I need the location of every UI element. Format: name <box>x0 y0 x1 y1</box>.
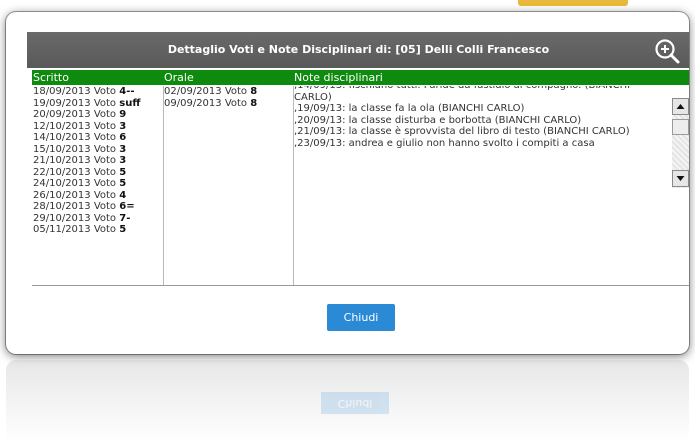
notes-list: ,14/09/13: fischiano tutti. Paride da fa… <box>294 86 666 285</box>
note-entry: ,19/09/13: la classe fa la ola (BIANCHI … <box>294 103 525 114</box>
notes-scrollbar[interactable] <box>672 98 689 188</box>
column-header-scritto: Scritto <box>32 70 163 85</box>
orale-entry: 02/09/2013 Voto 8 <box>164 86 293 98</box>
entry-vote: 6= <box>119 201 135 212</box>
note-entry: ,14/09/13: fischiano tutti. Paride da fa… <box>294 86 630 103</box>
entry-label: Voto <box>93 178 117 189</box>
close-button[interactable]: Chiudi <box>327 304 395 331</box>
entry-date: 15/10/2013 <box>33 143 91 155</box>
entry-date: 21/10/2013 <box>33 155 91 166</box>
entry-label: Voto <box>93 155 117 166</box>
scritto-entry: 05/11/2013 Voto 5 <box>33 224 163 236</box>
scritto-entry: 15/10/2013 Voto 3 <box>33 144 163 156</box>
entry-date: 02/09/2013 <box>164 86 222 97</box>
entry-vote: 7- <box>119 212 131 224</box>
scritto-entry: 28/10/2013 Voto 6= <box>33 201 163 213</box>
entry-date: 24/10/2013 <box>33 178 91 189</box>
entry-label: Voto <box>93 132 117 143</box>
grades-panel: Scritto Orale Note disciplinari 18/09/20… <box>32 70 689 286</box>
entry-label: Voto <box>93 212 117 224</box>
scritto-entry: 22/10/2013 Voto 5 <box>33 167 163 179</box>
entry-label: Voto <box>224 97 248 109</box>
entry-date: 26/10/2013 <box>33 189 91 201</box>
scritto-entry: 18/09/2013 Voto 4-- <box>33 86 163 98</box>
reflection-button-text: Chiudi <box>321 392 389 414</box>
entry-vote: suff <box>119 97 141 109</box>
entry-vote: 5 <box>119 224 127 235</box>
entry-label: Voto <box>224 86 248 97</box>
note-entry: ,23/09/13: andrea e giulio non hanno svo… <box>294 137 595 149</box>
entry-vote: 5 <box>119 178 127 189</box>
entry-vote: 8 <box>250 97 258 109</box>
entry-vote: 8 <box>250 86 258 97</box>
column-header-note: Note disciplinari <box>293 70 689 85</box>
scritto-entry: 21/10/2013 Voto 3 <box>33 155 163 167</box>
entry-label: Voto <box>93 120 117 132</box>
entry-vote: 3 <box>119 120 127 132</box>
entry-date: 28/10/2013 <box>33 201 91 212</box>
entry-vote: 3 <box>119 155 127 166</box>
scritto-entry: 20/09/2013 Voto 9 <box>33 109 163 121</box>
arrow-down-icon <box>676 176 685 181</box>
entry-label: Voto <box>93 166 117 178</box>
entry-vote: 6 <box>119 132 127 143</box>
orale-entry: 09/09/2013 Voto 8 <box>164 98 293 110</box>
top-accent-bar <box>518 0 628 6</box>
entry-label: Voto <box>93 143 117 155</box>
entry-label: Voto <box>93 86 117 97</box>
entry-date: 14/10/2013 <box>33 132 91 143</box>
scritto-list: 18/09/2013 Voto 4-- 19/09/2013 Voto suff 2… <box>32 86 164 285</box>
entry-date: 18/09/2013 <box>33 86 91 97</box>
scritto-entry: 19/09/2013 Voto suff <box>33 98 163 110</box>
scroll-up-button[interactable] <box>672 98 689 115</box>
column-header-orale: Orale <box>163 70 293 85</box>
entry-vote: 5 <box>119 166 127 178</box>
entry-date: 29/10/2013 <box>33 212 91 224</box>
entry-label: Voto <box>93 224 117 235</box>
note-entry: ,21/09/13: la classe è sprovvista del li… <box>294 126 630 137</box>
scritto-entry: 26/10/2013 Voto 4 <box>33 190 163 202</box>
scritto-entry: 24/10/2013 Voto 5 <box>33 178 163 190</box>
entry-date: 05/11/2013 <box>33 224 91 235</box>
zoom-in-icon[interactable] <box>653 37 681 65</box>
entry-date: 19/09/2013 <box>33 97 91 109</box>
scritto-entry: 29/10/2013 Voto 7- <box>33 213 163 225</box>
entry-label: Voto <box>93 109 117 120</box>
note-entry: ,20/09/13: la classe disturba e borbotta… <box>294 114 582 126</box>
grades-dialog: Dettaglio Voti e Note Disciplinari di: [… <box>6 12 689 354</box>
entry-vote: 4 <box>119 189 127 201</box>
dialog-title: Dettaglio Voti e Note Disciplinari di: [… <box>167 43 550 56</box>
entry-label: Voto <box>93 201 117 212</box>
scroll-thumb[interactable] <box>672 119 689 135</box>
entry-vote: 4-- <box>119 86 135 97</box>
scritto-entry: 12/10/2013 Voto 3 <box>33 121 163 133</box>
entry-date: 09/09/2013 <box>164 97 222 109</box>
entry-date: 20/09/2013 <box>33 109 91 120</box>
entry-label: Voto <box>93 97 117 109</box>
dialog-header: Dettaglio Voti e Note Disciplinari di: [… <box>27 32 689 68</box>
entry-date: 22/10/2013 <box>33 166 91 178</box>
scroll-down-button[interactable] <box>672 170 689 187</box>
scritto-entry: 14/10/2013 Voto 6 <box>33 132 163 144</box>
arrow-up-icon <box>676 104 685 109</box>
orale-list: 02/09/2013 Voto 8 09/09/2013 Voto 8 <box>163 86 294 285</box>
entry-vote: 3 <box>119 143 127 155</box>
entry-label: Voto <box>93 189 117 201</box>
entry-vote: 9 <box>119 109 127 120</box>
entry-date: 12/10/2013 <box>33 120 91 132</box>
